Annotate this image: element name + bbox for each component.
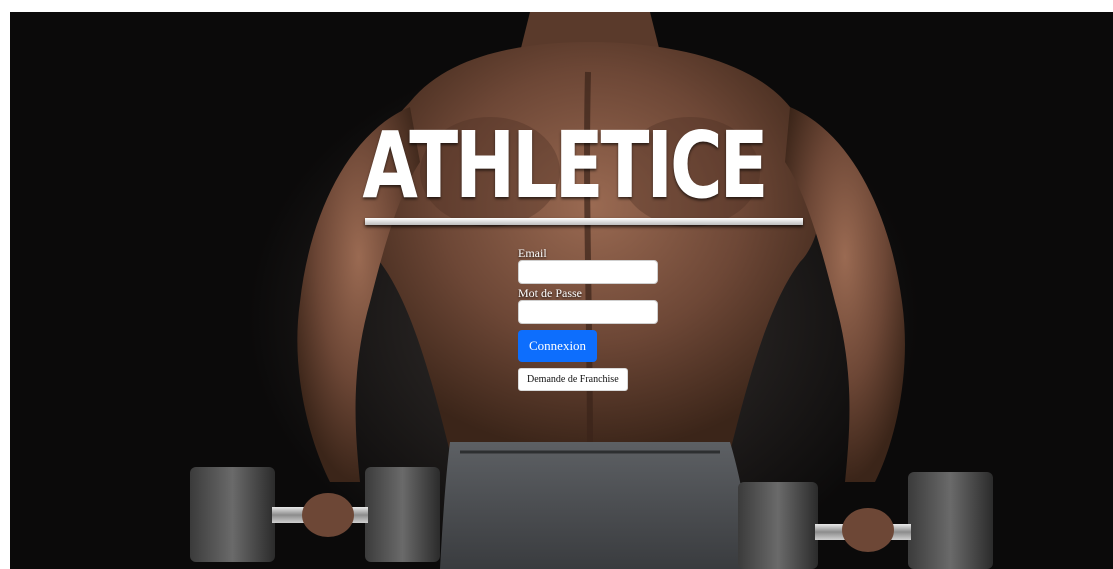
email-label: Email xyxy=(518,246,547,260)
password-label: Mot de Passe xyxy=(518,286,582,300)
brand-title: ATHLETICE xyxy=(362,112,768,219)
email-input[interactable] xyxy=(518,260,658,284)
login-form: Email Mot de Passe Connexion Demande de … xyxy=(518,246,678,391)
franchise-request-button[interactable]: Demande de Franchise xyxy=(518,368,628,391)
password-input[interactable] xyxy=(518,300,658,324)
page-frame: ATHLETICE Email Mot de Passe Connexion D… xyxy=(10,12,1113,569)
title-underline xyxy=(365,218,803,225)
connexion-button[interactable]: Connexion xyxy=(518,330,598,362)
